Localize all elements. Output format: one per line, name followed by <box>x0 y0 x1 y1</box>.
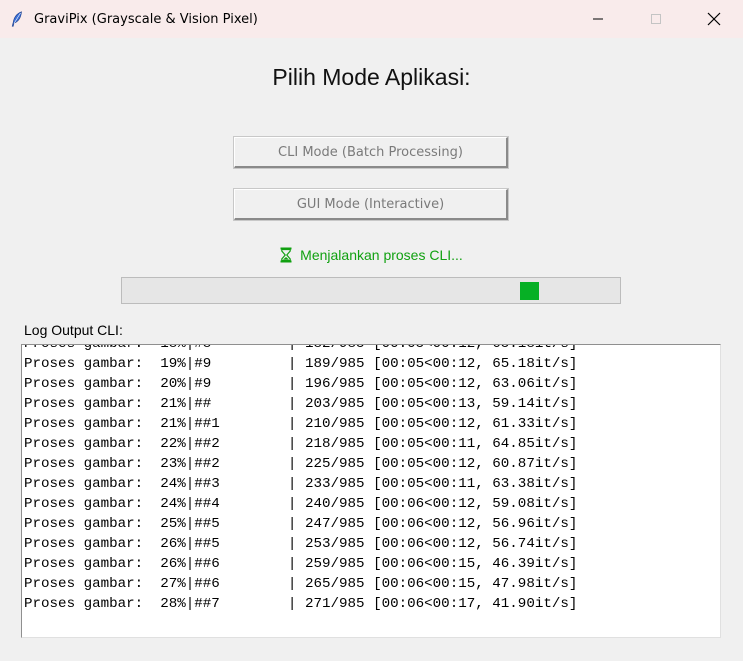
title-bar[interactable]: GraviPix (Grayscale & Vision Pixel) <box>0 0 743 38</box>
minimize-button[interactable] <box>569 0 627 38</box>
log-line: Proses gambar: 19%|#9 | 189/985 [00:05<0… <box>24 356 578 372</box>
log-line: Proses gambar: 26%|##6 | 259/985 [00:06<… <box>24 556 578 572</box>
close-icon <box>707 12 721 26</box>
maximize-button <box>627 0 685 38</box>
log-content: Proses gambar: 18%|#8 | 182/985 [00:05<0… <box>24 344 578 614</box>
log-line: Proses gambar: 23%|##2 | 225/985 [00:05<… <box>24 456 578 472</box>
maximize-icon <box>651 14 661 24</box>
cli-mode-button[interactable]: CLI Mode (Batch Processing) <box>233 136 509 169</box>
minimize-icon <box>593 18 603 20</box>
progress-bar <box>121 277 621 304</box>
status-text: Menjalankan proses CLI... <box>300 247 463 263</box>
log-output[interactable]: Proses gambar: 18%|#8 | 182/985 [00:05<0… <box>21 344 721 638</box>
gui-mode-button[interactable]: GUI Mode (Interactive) <box>233 188 509 221</box>
log-line: Proses gambar: 21%|##1 | 210/985 [00:05<… <box>24 416 578 432</box>
close-button[interactable] <box>685 0 743 38</box>
log-line: Proses gambar: 18%|#8 | 182/985 [00:05<0… <box>24 344 578 352</box>
log-line: Proses gambar: 21%|## | 203/985 [00:05<0… <box>24 396 578 412</box>
log-line: Proses gambar: 24%|##4 | 240/985 [00:06<… <box>24 496 578 512</box>
log-line: Proses gambar: 28%|##7 | 271/985 [00:06<… <box>24 596 578 612</box>
log-line: Proses gambar: 26%|##5 | 253/985 [00:06<… <box>24 536 578 552</box>
status-message: Menjalankan proses CLI... <box>0 247 743 263</box>
log-line: Proses gambar: 24%|##3 | 233/985 [00:05<… <box>24 476 578 492</box>
feather-icon <box>10 11 24 27</box>
log-line: Proses gambar: 20%|#9 | 196/985 [00:05<0… <box>24 376 578 392</box>
progress-indicator <box>520 282 539 300</box>
log-line: Proses gambar: 22%|##2 | 218/985 [00:05<… <box>24 436 578 452</box>
page-title: Pilih Mode Aplikasi: <box>272 64 471 90</box>
window-title: GraviPix (Grayscale & Vision Pixel) <box>34 11 258 27</box>
log-line: Proses gambar: 27%|##6 | 265/985 [00:06<… <box>24 576 578 592</box>
log-line: Proses gambar: 25%|##5 | 247/985 [00:06<… <box>24 516 578 532</box>
log-label: Log Output CLI: <box>24 322 123 338</box>
hourglass-icon <box>280 247 292 263</box>
window-controls <box>569 0 743 38</box>
